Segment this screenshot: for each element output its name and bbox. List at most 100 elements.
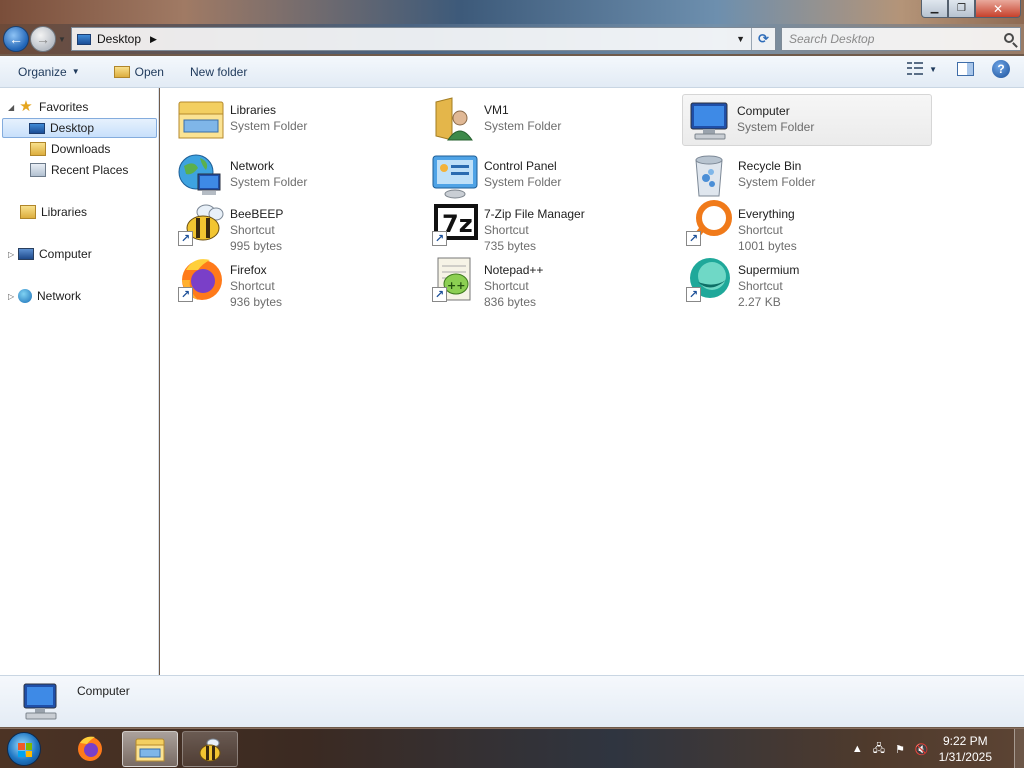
window-controls: ▁ ❐ ✕ xyxy=(921,0,1021,18)
open-button[interactable]: Open xyxy=(108,60,170,84)
refresh-icon: ⟳ xyxy=(758,31,769,46)
item-type: System Folder xyxy=(738,175,816,189)
list-item[interactable]: Libraries System Folder xyxy=(176,94,426,146)
item-size: 735 bytes xyxy=(484,239,537,253)
file-list: Libraries System Folder VM1 System Folde… xyxy=(160,88,1024,675)
maximize-button[interactable]: ❐ xyxy=(948,0,975,18)
command-bar: Organize ▼ Open New folder ▼ ? xyxy=(0,56,1024,88)
list-item[interactable]: ↗ Firefox Shortcut 936 bytes xyxy=(176,254,426,309)
notepadpp-icon: ++ ↗ xyxy=(430,254,480,304)
back-arrow-icon: ← xyxy=(9,31,23,47)
refresh-button[interactable]: ⟳ xyxy=(751,28,775,50)
item-size: 1001 bytes xyxy=(738,239,797,253)
computer-icon xyxy=(18,682,62,722)
item-type: Shortcut xyxy=(738,279,783,293)
shortcut-arrow-icon: ↗ xyxy=(686,287,701,302)
expand-arrow-icon[interactable]: ▷ xyxy=(8,250,18,259)
item-type: Shortcut xyxy=(230,223,275,237)
item-name: Computer xyxy=(737,104,790,118)
search-box[interactable] xyxy=(781,27,1021,51)
address-bar[interactable]: Desktop ▶ ▼ ⟳ xyxy=(71,27,776,51)
beebeep-icon: ↗ xyxy=(176,198,226,248)
shortcut-arrow-icon: ↗ xyxy=(432,287,447,302)
volume-muted-icon[interactable]: 🔇 xyxy=(915,743,929,756)
nav-recent-places[interactable]: Recent Places xyxy=(0,160,128,180)
change-view-icon[interactable] xyxy=(907,62,924,76)
item-size: 995 bytes xyxy=(230,239,283,253)
list-item[interactable]: Computer System Folder xyxy=(682,94,932,146)
list-item[interactable]: ↗ BeeBEEP Shortcut 995 bytes xyxy=(176,198,426,253)
everything-icon: ↗ xyxy=(684,198,734,248)
folder-open-icon xyxy=(113,65,130,78)
star-icon: ★ xyxy=(19,98,33,115)
nav-desktop[interactable]: Desktop xyxy=(2,118,157,138)
system-tray: ▲ 🖧 ⚑ 🔇 9:22 PM 1/31/2025 xyxy=(852,729,1024,768)
list-item[interactable]: 7z ↗ 7-Zip File Manager Shortcut 735 byt… xyxy=(430,198,680,253)
list-item[interactable]: ↗ Everything Shortcut 1001 bytes xyxy=(684,198,934,253)
nav-computer-label: Computer xyxy=(39,247,92,261)
user-folder-icon xyxy=(430,94,480,144)
nav-computer[interactable]: ▷ Computer xyxy=(0,244,92,264)
expand-arrow-icon[interactable]: ▷ xyxy=(8,292,18,301)
folder-icon xyxy=(135,738,165,762)
preview-pane-icon[interactable] xyxy=(957,62,974,76)
nav-downloads[interactable]: Downloads xyxy=(0,139,110,159)
clock[interactable]: 9:22 PM 1/31/2025 xyxy=(939,733,992,765)
nav-network[interactable]: ▷ Network xyxy=(0,286,81,306)
windows-logo-icon xyxy=(18,743,32,757)
taskbar-firefox[interactable] xyxy=(62,731,118,767)
details-pane: Computer xyxy=(0,675,1024,727)
item-type: Shortcut xyxy=(484,223,529,237)
list-item[interactable]: Recycle Bin System Folder xyxy=(684,150,934,202)
nav-libraries[interactable]: Libraries xyxy=(0,202,87,222)
item-type: System Folder xyxy=(230,175,308,189)
address-dropdown-icon[interactable]: ▼ xyxy=(736,34,745,44)
taskbar-explorer[interactable] xyxy=(122,731,178,767)
computer-icon xyxy=(18,248,34,260)
start-button[interactable] xyxy=(7,732,41,766)
organize-label: Organize xyxy=(18,64,67,79)
list-item[interactable]: ++ ↗ Notepad++ Shortcut 836 bytes xyxy=(430,254,680,309)
list-item[interactable]: Control Panel System Folder xyxy=(430,150,680,202)
collapse-arrow-icon[interactable]: ◢ xyxy=(8,103,18,112)
back-button[interactable]: ← xyxy=(3,26,29,52)
forward-button[interactable]: → xyxy=(30,26,56,52)
help-icon[interactable]: ? xyxy=(992,60,1010,78)
network-icon xyxy=(18,289,32,303)
show-desktop-button[interactable] xyxy=(1014,729,1024,768)
item-name: Firefox xyxy=(230,263,267,277)
action-center-flag-icon[interactable]: ⚑ xyxy=(895,743,905,756)
close-button[interactable]: ✕ xyxy=(975,0,1021,18)
item-name: 7-Zip File Manager xyxy=(484,207,585,221)
libraries-icon xyxy=(20,205,36,219)
network-status-icon[interactable]: 🖧 xyxy=(873,740,885,759)
shortcut-arrow-icon: ↗ xyxy=(178,287,193,302)
recent-places-icon xyxy=(30,163,46,177)
forward-arrow-icon: → xyxy=(36,31,50,47)
toolbar-right-group: ▼ ? xyxy=(907,60,1024,78)
nav-favorites[interactable]: ◢ ★ Favorites xyxy=(0,97,88,117)
show-hidden-icons-icon[interactable]: ▲ xyxy=(852,743,863,755)
recent-pages-dropdown[interactable]: ▼ xyxy=(58,35,66,44)
nav-network-label: Network xyxy=(37,289,82,303)
desktop-icon xyxy=(29,122,45,134)
search-icon[interactable] xyxy=(1004,33,1014,43)
item-name: Notepad++ xyxy=(484,263,544,277)
nav-libraries-label: Libraries xyxy=(41,205,88,219)
taskbar-beebeep[interactable] xyxy=(182,731,238,767)
minimize-button[interactable]: ▁ xyxy=(921,0,948,18)
list-item[interactable]: Network System Folder xyxy=(176,150,426,202)
search-input[interactable] xyxy=(789,32,989,46)
item-type: System Folder xyxy=(484,175,562,189)
view-options-dropdown-icon[interactable]: ▼ xyxy=(929,65,937,74)
organize-button[interactable]: Organize ▼ xyxy=(12,60,86,84)
list-item[interactable]: VM1 System Folder xyxy=(430,94,680,146)
item-type: Shortcut xyxy=(484,279,529,293)
item-type: System Folder xyxy=(230,119,308,133)
breadcrumb-arrow-icon[interactable]: ▶ xyxy=(150,34,157,45)
clock-time: 9:22 PM xyxy=(942,734,988,748)
new-folder-button[interactable]: New folder xyxy=(184,60,253,84)
breadcrumb-desktop[interactable]: Desktop xyxy=(97,32,141,46)
list-item[interactable]: ↗ Supermium Shortcut 2.27 KB xyxy=(684,254,934,309)
nav-desktop-label: Desktop xyxy=(50,121,95,135)
